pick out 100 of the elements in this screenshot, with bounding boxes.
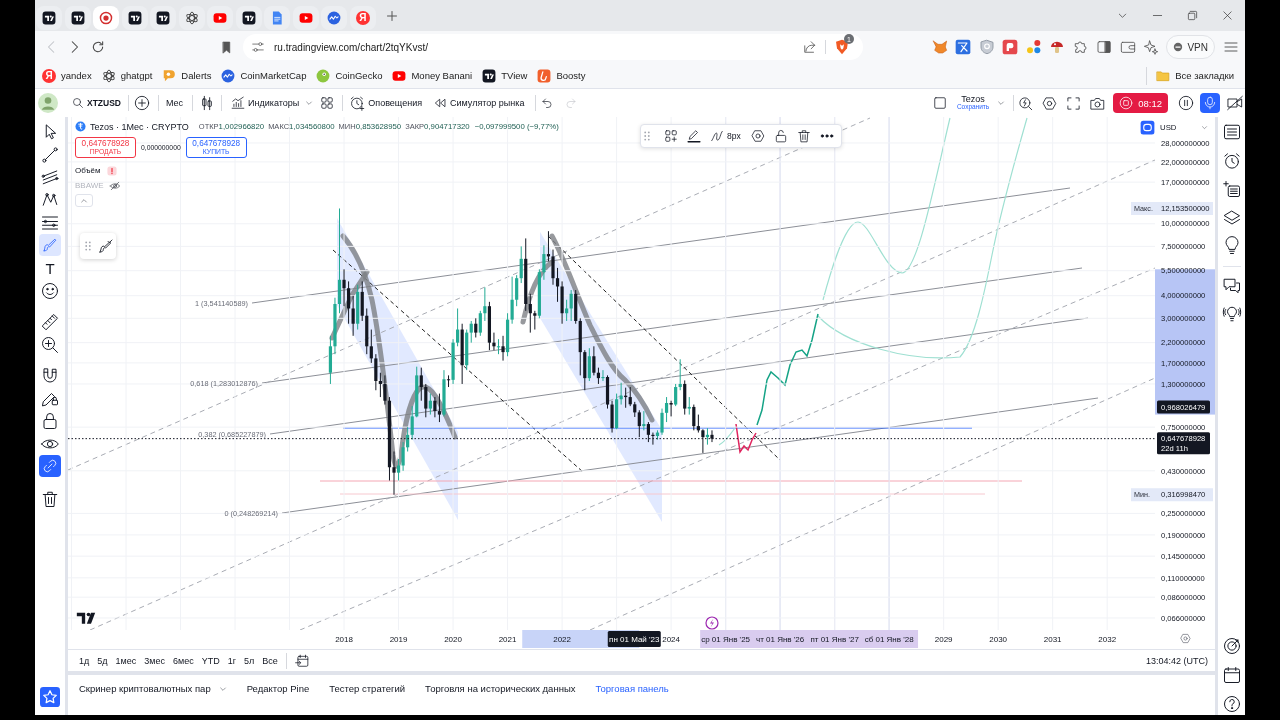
browser-tab[interactable]: Я xyxy=(349,5,376,30)
camera-icon[interactable] xyxy=(1090,95,1106,111)
reload-icon[interactable] xyxy=(91,40,105,54)
dots-icon[interactable] xyxy=(1025,39,1042,55)
horizontal-levels-icon[interactable] xyxy=(41,213,59,232)
alarm-clock-icon[interactable] xyxy=(1222,151,1241,170)
lightning-icon[interactable] xyxy=(705,616,719,630)
range-button[interactable]: 5л xyxy=(243,655,255,666)
range-button[interactable]: 3мес xyxy=(144,655,165,666)
link-icon[interactable] xyxy=(39,455,61,478)
bookmark[interactable]: Boosty xyxy=(537,68,586,83)
panel-tab[interactable]: Торговая панель xyxy=(595,683,669,694)
templates-icon[interactable] xyxy=(664,129,678,143)
all-bookmarks-button[interactable]: Все закладки xyxy=(1156,68,1234,83)
trash-icon[interactable] xyxy=(796,129,811,143)
range-button[interactable]: 1д xyxy=(79,655,90,666)
range-button[interactable]: 5д xyxy=(97,655,108,666)
pause-icon[interactable] xyxy=(1178,95,1194,111)
clock[interactable]: 13:04:42 (UTC) xyxy=(1145,655,1208,666)
calendar-icon[interactable] xyxy=(1222,666,1241,684)
bookmark[interactable]: CoinGecko xyxy=(316,68,383,83)
camera-off-icon[interactable] xyxy=(1227,95,1243,111)
layers-icon[interactable] xyxy=(1222,208,1241,227)
range-button[interactable]: Все xyxy=(262,655,278,666)
square-icon[interactable] xyxy=(932,96,947,110)
symbol-title[interactable]: Tezos · 1Мес · CRYPTO xyxy=(90,121,189,132)
logo-icon[interactable] xyxy=(76,612,96,625)
zoom-in-icon[interactable] xyxy=(41,335,59,354)
smiley-icon[interactable] xyxy=(41,281,59,300)
add-symbol-icon[interactable] xyxy=(134,95,150,111)
add-list-icon[interactable] xyxy=(1222,180,1241,198)
recording-button[interactable]: 08:12 xyxy=(1113,93,1168,113)
help-icon[interactable] xyxy=(1222,695,1241,713)
replay-button[interactable]: Симулятор рынка xyxy=(433,96,525,110)
mushroom-icon[interactable] xyxy=(1049,39,1066,55)
undo-icon[interactable] xyxy=(541,97,554,109)
symbol-search[interactable]: XTZUSD xyxy=(72,97,121,109)
text-tool[interactable]: T xyxy=(41,259,59,278)
trend-line-icon[interactable] xyxy=(41,145,59,164)
indicator-name[interactable]: Объём xyxy=(75,166,101,175)
line-width-button[interactable]: 8px xyxy=(710,129,741,143)
range-button[interactable]: YTD xyxy=(201,655,220,666)
alerts-button[interactable]: Оповещения xyxy=(350,95,423,111)
browser-tab[interactable] xyxy=(64,5,91,30)
shield-logo-icon[interactable] xyxy=(834,39,850,55)
browser-tab[interactable] xyxy=(150,5,177,30)
bookmark[interactable]: Money Banani xyxy=(392,68,473,83)
vpn-button[interactable]: VPN xyxy=(1166,35,1215,59)
eye-off-icon[interactable] xyxy=(109,180,120,191)
ruler-icon[interactable] xyxy=(41,312,59,331)
range-button[interactable]: 1мес xyxy=(115,655,137,666)
bookmark[interactable]: Я yandex xyxy=(42,68,92,83)
url-text[interactable]: ru.tradingview.com/chart/2tqYKvst/ xyxy=(274,41,428,53)
star-icon[interactable] xyxy=(40,687,60,707)
panel-tab[interactable]: Торговля на исторических данных xyxy=(425,683,576,694)
pencil-icon[interactable] xyxy=(687,129,701,143)
browser-tab[interactable] xyxy=(235,5,262,30)
restore-icon[interactable] xyxy=(1186,10,1198,21)
app-icon[interactable] xyxy=(1002,39,1019,55)
go-to-date-icon[interactable] xyxy=(294,653,309,668)
interval-button[interactable]: Мес xyxy=(166,98,184,108)
layout-name[interactable]: Tezos xyxy=(961,94,985,105)
bookmark[interactable]: Dalerts xyxy=(162,68,212,83)
unlock-icon[interactable] xyxy=(773,129,788,143)
range-button[interactable]: 6мес xyxy=(172,655,194,666)
trash-icon[interactable] xyxy=(41,490,59,509)
app-icon[interactable] xyxy=(955,39,972,55)
share-icon[interactable] xyxy=(803,40,817,54)
puzzle-icon[interactable] xyxy=(1072,39,1089,55)
templates-icon[interactable] xyxy=(320,96,335,110)
close-icon[interactable] xyxy=(1221,10,1233,21)
bookmark[interactable]: CoinMarketCap xyxy=(221,68,307,83)
panel-tab[interactable]: Скринер криптовалютных пар xyxy=(79,683,227,694)
drag-handle-icon[interactable] xyxy=(644,131,650,141)
drag-handle-icon[interactable] xyxy=(85,241,91,251)
lightbulb-icon[interactable] xyxy=(1222,237,1241,255)
settings-icon[interactable] xyxy=(750,129,765,143)
broadcast-bulb-icon[interactable] xyxy=(1222,305,1241,323)
indicators-button[interactable]: Индикаторы xyxy=(231,96,300,110)
fox-icon[interactable] xyxy=(931,39,948,55)
microphone-button[interactable] xyxy=(1200,93,1220,113)
bookmark[interactable]: TView xyxy=(482,68,528,83)
sidebar-icon[interactable] xyxy=(1096,39,1113,55)
sparkle-icon[interactable] xyxy=(1143,39,1160,55)
lock-icon[interactable] xyxy=(41,411,59,430)
chat-icon[interactable] xyxy=(1222,276,1241,295)
browser-tab[interactable] xyxy=(178,5,205,30)
browser-tab[interactable] xyxy=(36,5,63,30)
bookmark-icon[interactable] xyxy=(220,40,233,54)
tab-list-icon[interactable] xyxy=(1116,10,1128,21)
panel-tab[interactable]: Редактор Pine xyxy=(246,683,310,694)
lightning-search-icon[interactable] xyxy=(1018,95,1034,111)
warning-icon[interactable] xyxy=(107,165,117,176)
wallet-icon[interactable] xyxy=(1119,39,1136,55)
settings-icon[interactable] xyxy=(1042,95,1058,111)
sliders-icon[interactable] xyxy=(251,40,265,54)
square-tile-icon[interactable] xyxy=(1140,120,1155,135)
target-icon[interactable] xyxy=(1222,637,1241,655)
parallel-lines-icon[interactable] xyxy=(41,168,59,187)
watchlist-icon[interactable] xyxy=(1222,123,1241,141)
